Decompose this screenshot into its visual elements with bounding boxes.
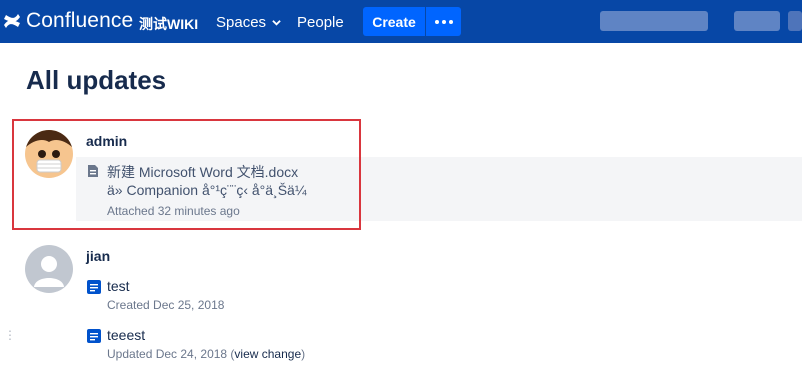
nav-people-link[interactable]: People (297, 14, 344, 31)
page-icon (87, 329, 101, 343)
nav-spaces-label: Spaces (216, 14, 267, 31)
redacted-search-area (600, 11, 708, 31)
page-title: All updates (26, 65, 167, 95)
redacted-menu-area (788, 11, 802, 31)
brand-name: Confluence (26, 9, 134, 32)
create-button[interactable]: Create (363, 7, 425, 36)
page-meta-test: Created Dec 25, 2018 (107, 298, 225, 312)
space-name-link[interactable]: 测试WIKI (139, 14, 198, 34)
default-avatar-icon (25, 245, 73, 293)
page-title-link-test[interactable]: test (107, 278, 130, 294)
redacted-user-area (734, 11, 780, 31)
sidebar-resize-handle[interactable]: ⋮ (4, 328, 16, 342)
page-meta-teeest: Updated Dec 24, 2018 (view change) (107, 347, 305, 361)
annotation-highlight-box (12, 119, 361, 230)
view-change-link[interactable]: view change (234, 347, 301, 361)
ellipsis-dot (441, 19, 446, 24)
page-meta-prefix: Updated Dec 24, 2018 ( (107, 347, 235, 361)
ellipsis-dot (448, 19, 453, 24)
confluence-logo-icon (4, 14, 20, 28)
chevron-down-icon (272, 20, 281, 26)
more-create-options-button[interactable] (426, 7, 461, 36)
confluence-home-link[interactable]: Confluence (2, 9, 133, 33)
ellipsis-icon (434, 19, 439, 24)
update-user-jian[interactable]: jian (86, 248, 110, 264)
nav-spaces-menu[interactable]: Spaces (216, 14, 281, 31)
page-icon (87, 280, 101, 294)
page-meta-suffix: ) (301, 347, 306, 361)
avatar-jian[interactable] (25, 245, 73, 293)
page-title-link-teeest[interactable]: teeest (107, 327, 145, 343)
top-navigation-bar: Confluence 测试WIKI Spaces People Create (0, 0, 802, 43)
